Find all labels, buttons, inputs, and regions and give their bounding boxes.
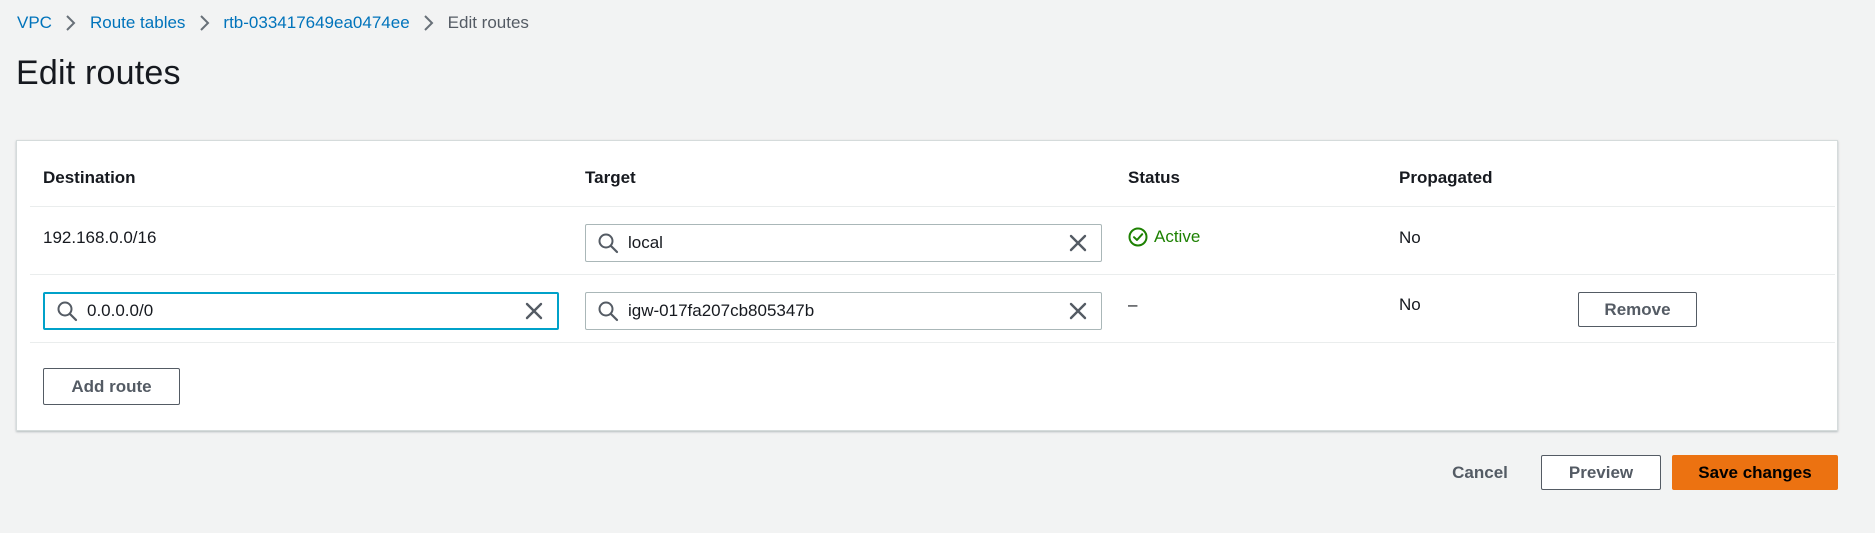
search-icon [56,300,78,322]
routes-panel: Destination Target Status Propagated 192… [16,140,1838,431]
close-icon[interactable] [1065,230,1091,256]
page-title: Edit routes [16,54,181,92]
chevron-right-icon [52,15,90,31]
row-divider [30,206,1835,207]
status-success-icon [1128,227,1148,247]
breadcrumb: VPC Route tables rtb-033417649ea0474ee E… [17,12,529,34]
target-input[interactable] [628,293,1065,329]
column-header-destination: Destination [43,168,136,187]
column-header-propagated: Propagated [1399,168,1493,187]
breadcrumb-current: Edit routes [447,13,529,32]
cancel-button[interactable]: Cancel [1440,455,1520,490]
add-route-button[interactable]: Add route [43,368,180,405]
search-icon [597,232,619,254]
breadcrumb-route-tables[interactable]: Route tables [90,12,185,34]
search-icon [597,300,619,322]
destination-cell: 192.168.0.0/16 [43,228,157,247]
column-header-status: Status [1128,168,1180,187]
column-header-target: Target [585,168,636,187]
preview-button[interactable]: Preview [1541,455,1661,490]
row-divider [30,342,1835,343]
chevron-right-icon [185,15,223,31]
breadcrumb-vpc[interactable]: VPC [17,12,52,34]
status-badge: Active [1128,227,1200,247]
breadcrumb-route-table-id[interactable]: rtb-033417649ea0474ee [223,12,409,34]
target-field[interactable] [585,224,1102,262]
target-input[interactable] [628,225,1065,261]
close-icon[interactable] [1065,298,1091,324]
row-divider [30,274,1835,275]
propagated-cell: No [1399,228,1421,247]
chevron-right-icon [410,15,448,31]
close-icon[interactable] [521,298,547,324]
status-text: Active [1154,227,1201,246]
save-changes-button[interactable]: Save changes [1672,455,1838,490]
propagated-cell: No [1399,295,1421,314]
remove-route-button[interactable]: Remove [1578,292,1697,327]
destination-input[interactable] [87,294,521,328]
target-field[interactable] [585,292,1102,330]
status-cell: – [1128,295,1138,314]
destination-field[interactable] [43,292,559,330]
